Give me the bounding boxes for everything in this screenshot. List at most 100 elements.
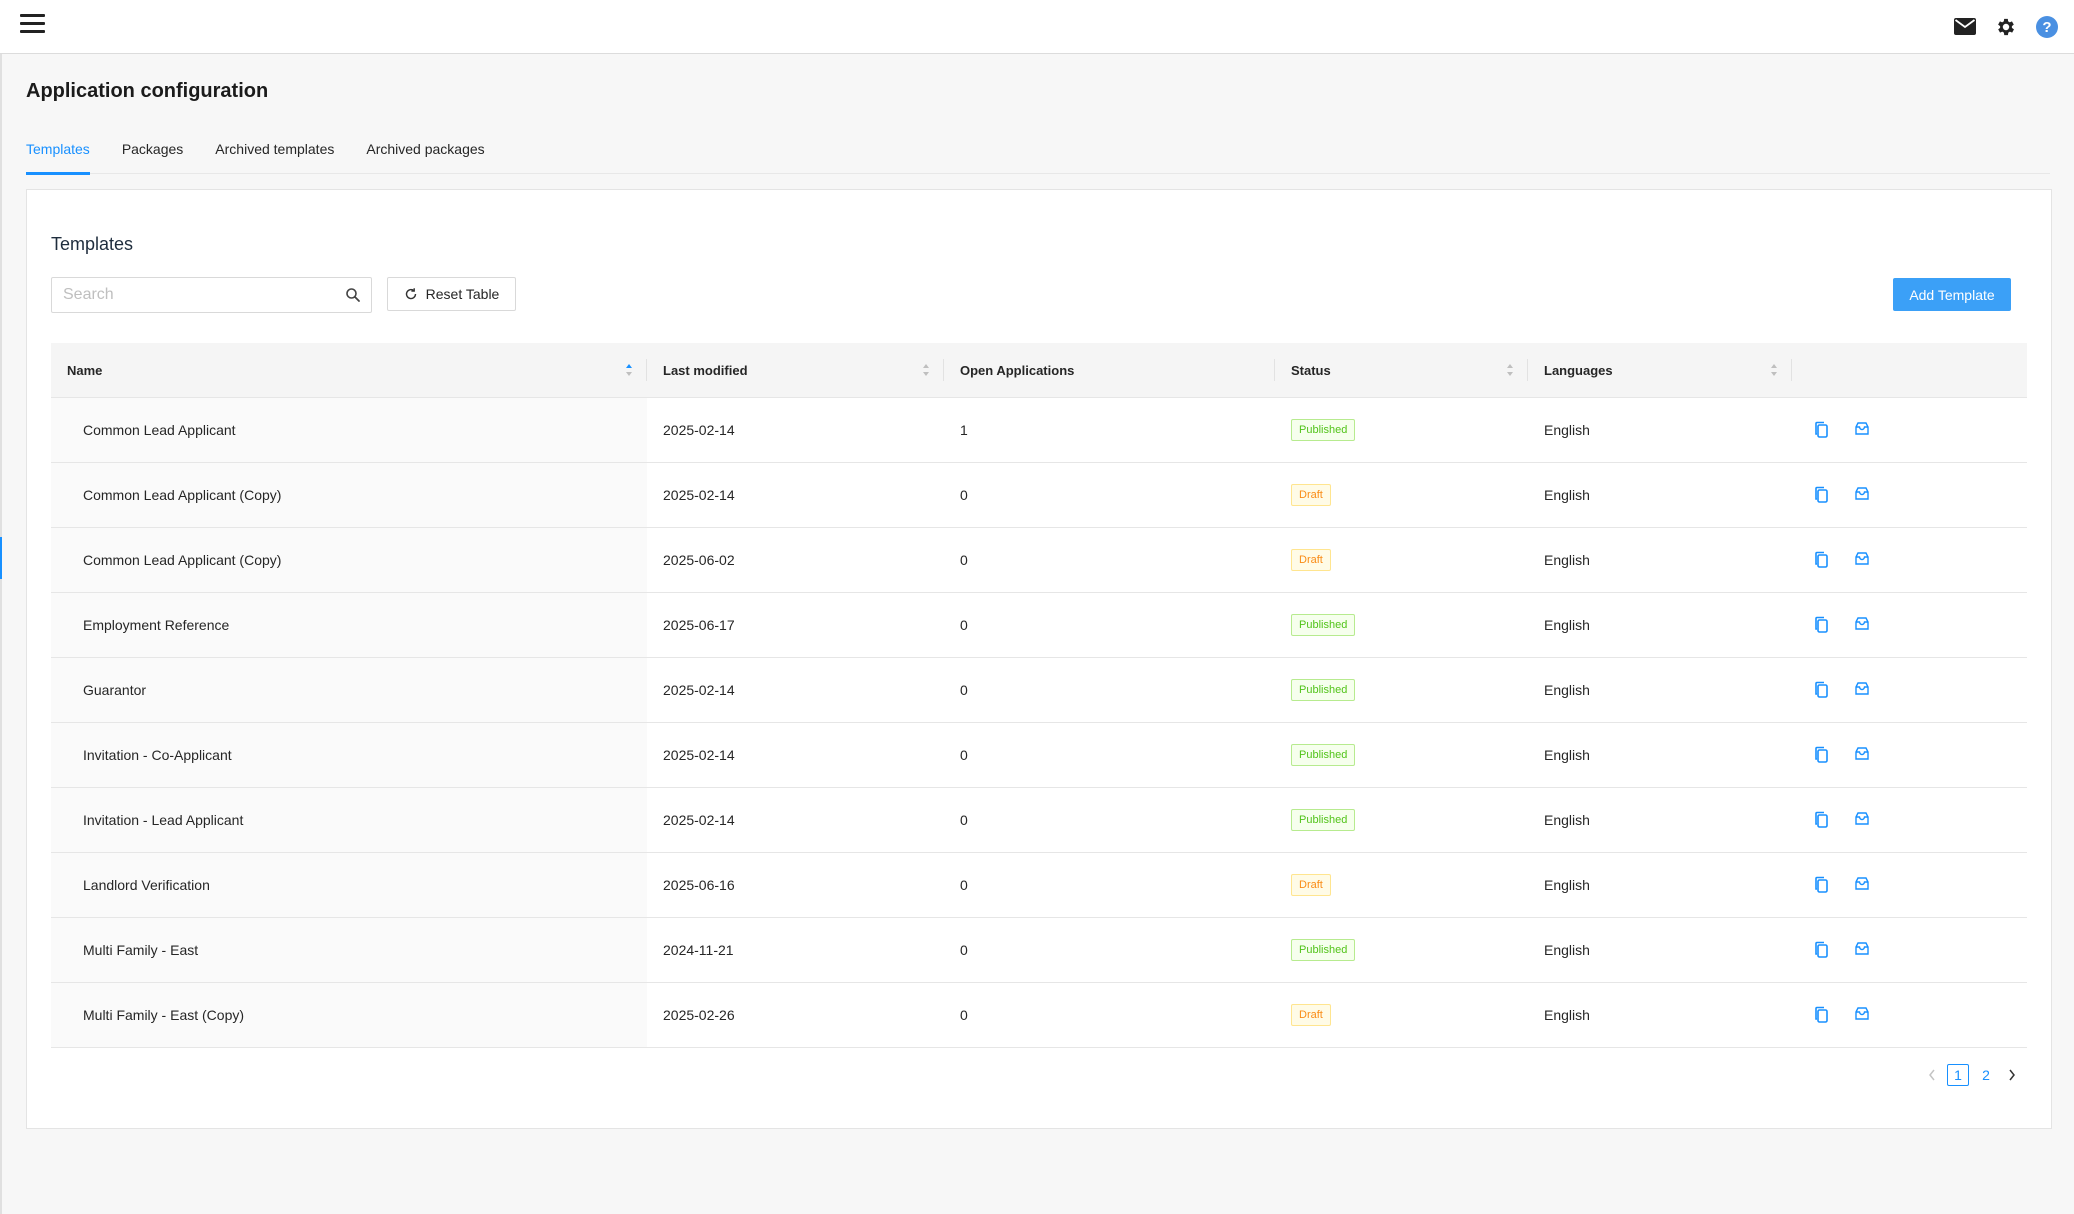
table-row: Employment Reference 2025-06-17 0 Published… [51,593,2027,658]
templates-table: Name Last modified Open Applications Sta… [51,343,2027,1048]
template-name: Common Lead Applicant (Copy) [51,528,647,592]
status-badge: Published [1291,419,1356,441]
reset-table-button[interactable]: Reset Table [387,277,516,311]
top-bar-actions: ? [1951,13,2060,40]
table-row: Invitation - Lead Applicant 2025-02-14 0 Pu… [51,788,2027,853]
status-cell: Draft [1275,463,1528,527]
archive-icon[interactable] [1854,551,1872,569]
language: English [1544,942,1590,958]
template-name: Guarantor [51,658,647,722]
copy-icon[interactable] [1814,941,1832,959]
table-row: Common Lead Applicant (Copy) 2025-06-02 0 D… [51,528,2027,593]
last-modified: 2025-06-02 [663,552,735,568]
open-applications: 0 [960,487,968,503]
copy-icon[interactable] [1814,486,1832,504]
status-cell: Published [1275,723,1528,787]
language: English [1544,487,1590,503]
mail-icon[interactable] [1951,13,1978,40]
status-cell: Draft [1275,983,1528,1047]
gear-icon[interactable] [1992,13,2019,40]
table-row: Multi Family - East 2024-11-21 0 Published E… [51,918,2027,983]
reset-icon [405,288,416,300]
column-header-open-applications-label: Open Applications [960,362,1075,378]
status-badge: Published [1291,809,1356,831]
copy-icon[interactable] [1814,1006,1832,1024]
tab-packages[interactable]: Packages [122,126,183,174]
archive-icon[interactable] [1854,746,1872,764]
search-input[interactable] [52,278,332,312]
column-header-last-modified[interactable]: Last modified [647,343,944,397]
language: English [1544,617,1590,633]
last-modified: 2025-02-26 [663,1007,735,1023]
column-header-name-label: Name [67,362,103,378]
open-applications: 0 [960,552,968,568]
copy-icon[interactable] [1814,811,1832,829]
column-header-status[interactable]: Status [1275,343,1528,397]
menu-icon[interactable] [20,14,45,36]
archive-icon[interactable] [1854,421,1872,439]
archive-icon[interactable] [1854,811,1872,829]
help-icon[interactable]: ? [2033,13,2060,40]
tab-templates[interactable]: Templates [26,126,90,175]
open-applications: 0 [960,1007,968,1023]
template-name: Multi Family - East [51,918,647,982]
copy-icon[interactable] [1814,746,1832,764]
archive-icon[interactable] [1854,941,1872,959]
archive-icon[interactable] [1854,616,1872,634]
left-marker [0,537,2,579]
last-modified: 2025-02-14 [663,422,735,438]
archive-icon[interactable] [1854,876,1872,894]
sort-icon[interactable] [1506,363,1514,377]
archive-icon[interactable] [1854,486,1872,504]
column-header-languages[interactable]: Languages [1528,343,1792,397]
last-modified: 2025-02-14 [663,487,735,503]
tab-archived-templates[interactable]: Archived templates [215,126,334,174]
add-template-button[interactable]: Add Template [1893,278,2011,311]
page-title: Application configuration [26,80,269,102]
archive-icon[interactable] [1854,681,1872,699]
column-header-languages-label: Languages [1544,362,1613,378]
copy-icon[interactable] [1814,681,1832,699]
archive-icon[interactable] [1854,1006,1872,1024]
last-modified: 2024-11-21 [663,942,734,958]
status-badge: Draft [1291,484,1331,506]
last-modified: 2025-06-17 [663,617,735,633]
language: English [1544,877,1590,893]
template-name: Multi Family - East (Copy) [51,983,647,1047]
card-title: Templates [51,234,134,254]
prev-page-icon[interactable] [1923,1064,1941,1086]
copy-icon[interactable] [1814,421,1832,439]
open-applications: 0 [960,747,968,763]
row-actions [1792,658,2027,722]
status-badge: Published [1291,939,1356,961]
copy-icon[interactable] [1814,551,1832,569]
open-applications: 0 [960,877,968,893]
last-modified: 2025-02-14 [663,812,735,828]
column-header-name[interactable]: Name [51,343,647,397]
row-actions [1792,983,2027,1047]
column-header-actions [1792,343,2027,397]
sort-icon[interactable] [1770,363,1778,377]
status-cell: Published [1275,658,1528,722]
language: English [1544,552,1590,568]
last-modified: 2025-02-14 [663,682,735,698]
template-name: Invitation - Lead Applicant [51,788,647,852]
status-badge: Draft [1291,1004,1331,1026]
copy-icon[interactable] [1814,876,1832,894]
sort-icon[interactable] [625,363,633,377]
open-applications: 0 [960,942,968,958]
sort-icon[interactable] [922,363,930,377]
language: English [1544,682,1590,698]
column-header-last-modified-label: Last modified [663,362,748,378]
next-page-icon[interactable] [2003,1064,2021,1086]
status-cell: Published [1275,398,1528,462]
page-2[interactable]: 2 [1975,1064,1997,1086]
page-1[interactable]: 1 [1947,1064,1969,1086]
templates-card: Templates Reset Table Add Template Name … [26,189,2052,1129]
last-modified: 2025-06-16 [663,877,735,893]
language: English [1544,1007,1590,1023]
search-icon[interactable] [345,287,361,303]
table-row: Landlord Verification 2025-06-16 0 Draft Eng… [51,853,2027,918]
tab-archived-packages[interactable]: Archived packages [366,126,484,174]
copy-icon[interactable] [1814,616,1832,634]
